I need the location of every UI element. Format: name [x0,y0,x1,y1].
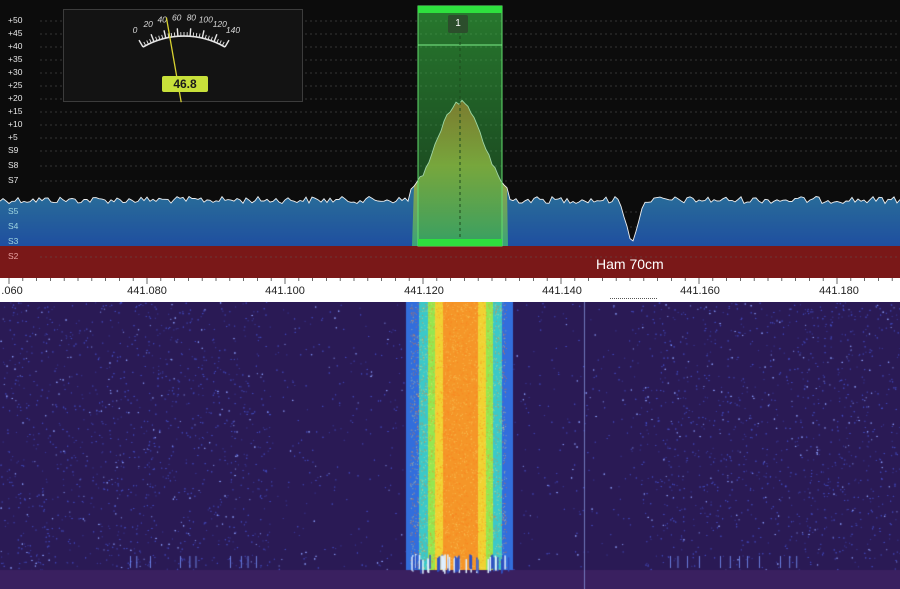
frequency-label: 441.160 [680,285,720,297]
frequency-label: 441.180 [819,285,859,297]
dial-tick [219,40,222,45]
dial-tick [146,40,149,45]
s-meter: 0 20 40 60 80 100 120 140 46.8 [63,9,303,103]
band-plan-strip [0,246,900,278]
dial-tick [138,39,144,48]
dial-tick [224,39,230,48]
level-label: +10 [8,119,23,129]
level-label: +5 [8,132,18,142]
level-label: +15 [8,106,23,116]
level-label: +50 [8,15,23,25]
waterfall-canvas [0,302,900,589]
frequency-label: .060 [1,285,23,297]
dial-tick [143,41,147,46]
dial-tick [195,32,198,37]
frequency-label: 441.100 [265,285,305,297]
dial-label: 140 [226,25,240,35]
dial-tick [213,33,218,42]
dial-tick [221,41,225,46]
frequency-label: 441.120 [404,285,444,297]
dial-tick [176,28,179,37]
spectrum-display[interactable]: +50 +45 +40 +35 +30 +25 +20 +15 +10 +5 S9 S8 S7 S5 S4 S… [0,0,900,278]
frequency-label: 441.080 [127,285,167,297]
filter-top-handle[interactable] [418,6,502,13]
level-label: +25 [8,80,23,90]
dial-tick [150,33,155,42]
level-label: +30 [8,67,23,77]
level-label: S4 [8,221,19,231]
s-meter-value: 46.8 [162,76,208,92]
dial-tick [155,36,158,41]
level-label: S3 [8,236,19,246]
dial-tick [163,30,167,39]
level-label: S8 [8,160,19,170]
level-label: +35 [8,54,23,64]
dial-label: 80 [187,12,197,22]
band-plan-label: Ham 70cm [596,256,664,272]
vfo-marker[interactable]: 1 [448,15,468,33]
dial-label: 0 [133,25,138,35]
dial-tick [216,39,219,43]
dial-label: 40 [157,15,167,25]
dial-tick [189,28,192,37]
dial-label: 20 [142,19,153,29]
dial-tick [170,32,173,37]
level-label: S7 [8,175,19,185]
level-label: S5 [8,206,19,216]
level-label: +20 [8,93,23,103]
level-label: S9 [8,145,19,155]
level-label: S2 [8,251,19,261]
frequency-label: 441.140 [542,285,582,297]
filter-bottom-handle[interactable] [418,239,502,246]
dial-label: 100 [199,15,213,25]
level-label: +45 [8,28,23,38]
waterfall-display[interactable] [0,302,900,589]
dial-tick [210,36,213,41]
dial-arc [142,35,226,48]
dial-tick [201,30,205,39]
dial-label: 60 [172,12,182,22]
frequency-scale[interactable]: .060 441.080 441.100 441.120 441.140 441.160 4… [0,278,900,300]
level-label: +40 [8,41,23,51]
dial-tick [149,39,152,43]
dial-tick [158,35,161,40]
dial-tick [207,35,210,40]
